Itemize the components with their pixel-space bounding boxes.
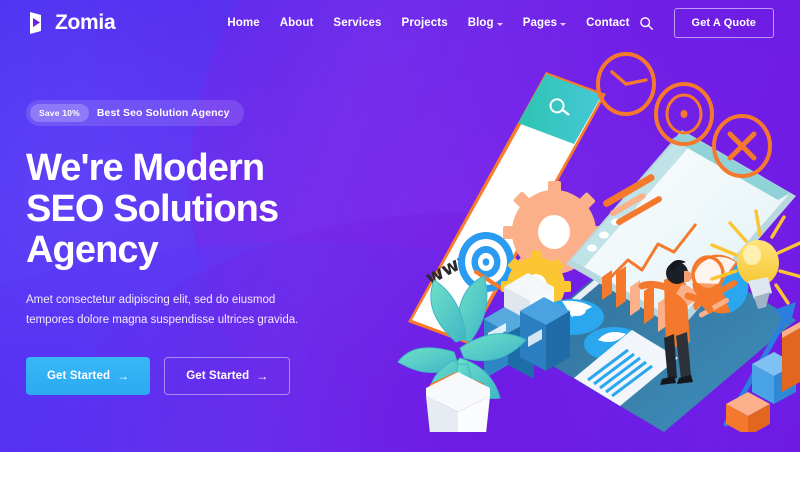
nav-label: Home: [227, 17, 260, 29]
nav-label: About: [279, 17, 314, 29]
seo-illustration: www.: [396, 52, 800, 432]
page-body-below-hero: [0, 452, 800, 500]
nav-link-services[interactable]: Services: [333, 17, 381, 29]
nav-link-about[interactable]: About: [280, 17, 314, 29]
nav-actions: Get A Quote: [638, 8, 774, 38]
nav-label: Contact: [586, 17, 630, 29]
chevron-down-icon: [496, 22, 503, 26]
nav-label: Pages: [522, 17, 558, 29]
button-label: Get Started: [47, 369, 111, 382]
hero-section: Zomia Home About Services Projects Blog …: [0, 0, 800, 452]
hero-cta-row: Get Started → Get Started →: [26, 356, 376, 395]
title-line-2: SEO Solutions: [26, 188, 279, 231]
main-navigation: Zomia Home About Services Projects Blog …: [0, 0, 800, 46]
badge-save-pill: Save 10%: [30, 104, 89, 122]
landing-page: Zomia Home About Services Projects Blog …: [0, 0, 800, 500]
title-line-3: Agency: [26, 229, 159, 272]
hero-content: Save 10% Best Seo Solution Agency We're …: [26, 100, 376, 395]
nav-label: Services: [333, 17, 382, 29]
nav-label: Blog: [467, 17, 494, 29]
orange-box-back: [782, 322, 800, 392]
nav-link-blog[interactable]: Blog: [468, 17, 503, 29]
search-icon[interactable]: [638, 14, 656, 32]
page-title: We're Modern SEO Solutions Agency: [26, 147, 376, 272]
nav-label: Projects: [401, 17, 448, 29]
brand-logo[interactable]: Zomia: [28, 11, 116, 35]
nav-link-pages[interactable]: Pages: [522, 17, 567, 29]
get-a-quote-button[interactable]: Get A Quote: [673, 8, 774, 38]
logo-mark-icon: [28, 11, 48, 35]
hero-subtitle: Amet consectetur adipiscing elit, sed do…: [26, 294, 299, 326]
title-line-1: We're Modern: [26, 147, 265, 189]
nav-links: Home About Services Projects Blog Pages …: [227, 17, 629, 29]
arrow-right-icon: →: [117, 368, 130, 383]
brand-name: Zomia: [55, 11, 116, 34]
badge-label: Best Seo Solution Agency: [96, 107, 230, 119]
nav-link-projects[interactable]: Projects: [402, 17, 448, 29]
nav-link-home[interactable]: Home: [227, 17, 259, 29]
get-started-secondary-button[interactable]: Get Started →: [164, 356, 291, 395]
arrow-right-icon: →: [256, 368, 269, 383]
chevron-down-icon: [560, 22, 567, 26]
get-started-primary-button[interactable]: Get Started →: [26, 356, 151, 395]
hero-badge: Save 10% Best Seo Solution Agency: [26, 100, 244, 126]
nav-link-contact[interactable]: Contact: [586, 17, 630, 29]
button-label: Get Started: [186, 369, 250, 382]
orange-clock-icon: [596, 52, 656, 116]
